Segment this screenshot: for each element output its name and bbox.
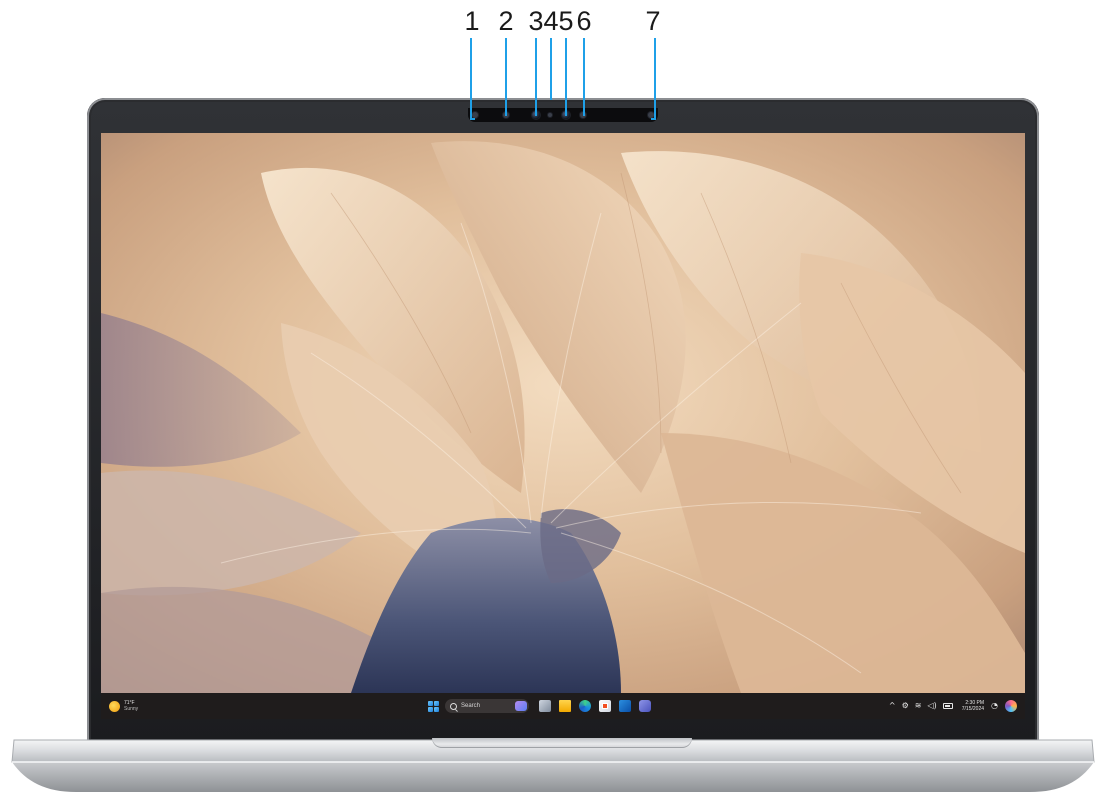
weather-condition: Sunny [124,706,139,712]
callout-foot-7 [651,118,656,120]
volume-icon[interactable]: ◁) [927,701,936,711]
clock[interactable]: 2:30 PM 7/15/2024 [962,700,984,712]
product-diagram: 1 2 3 4 5 6 7 71°F Sunny Search ^ ⚙ ≋ ◁)… [0,0,1106,792]
callout-4: 4 [543,6,559,36]
task-view-icon[interactable] [539,700,551,712]
callout-6: 6 [576,6,592,36]
search-label: Search [461,703,481,709]
callout-line-3 [535,38,537,116]
weather-widget[interactable]: 71°F Sunny [109,697,138,715]
callout-line-2 [505,38,507,116]
camera-status-light-icon [548,113,552,117]
callout-line-6 [583,38,585,116]
callout-foot-1 [470,118,475,120]
outlook-icon[interactable] [619,700,631,712]
taskbar-center: Search [428,696,655,716]
callout-line-5 [565,38,567,116]
battery-icon[interactable] [942,703,953,709]
callout-line-1 [470,38,472,120]
notification-bell-icon[interactable]: ◔ [991,701,998,711]
callout-2: 2 [498,6,514,36]
clock-date: 7/15/2024 [961,706,985,712]
camera-module [468,108,658,122]
callout-line-7 [654,38,656,120]
teams-icon[interactable] [639,700,651,712]
search-input[interactable]: Search [445,699,529,713]
wifi-icon[interactable]: ≋ [915,701,922,711]
callout-7: 7 [645,6,661,36]
callout-5: 5 [558,6,574,36]
network-icon[interactable]: ⚙ [902,701,909,711]
system-tray: ^ ⚙ ≋ ◁) 2:30 PM 7/15/2024 ◔ [886,696,1017,716]
sun-icon [109,700,120,712]
edge-browser-icon[interactable] [579,700,591,712]
display-screen: 71°F Sunny Search ^ ⚙ ≋ ◁) 2:30 PM 7/15/… [101,133,1025,719]
file-explorer-icon[interactable] [559,700,571,712]
search-icon [450,702,457,710]
desktop-wallpaper [101,133,1025,693]
windows-start-icon[interactable] [428,700,439,712]
taskbar: 71°F Sunny Search ^ ⚙ ≋ ◁) 2:30 PM 7/15/… [101,693,1025,719]
callout-3: 3 [528,6,544,36]
chevron-up-icon[interactable]: ^ [889,701,896,711]
callout-line-4 [550,38,552,100]
copilot-icon[interactable] [1005,700,1017,712]
copilot-search-badge-icon [515,701,527,711]
lid-open-notch [432,738,692,748]
callout-1: 1 [464,6,480,36]
microsoft-store-icon[interactable] [599,700,611,712]
